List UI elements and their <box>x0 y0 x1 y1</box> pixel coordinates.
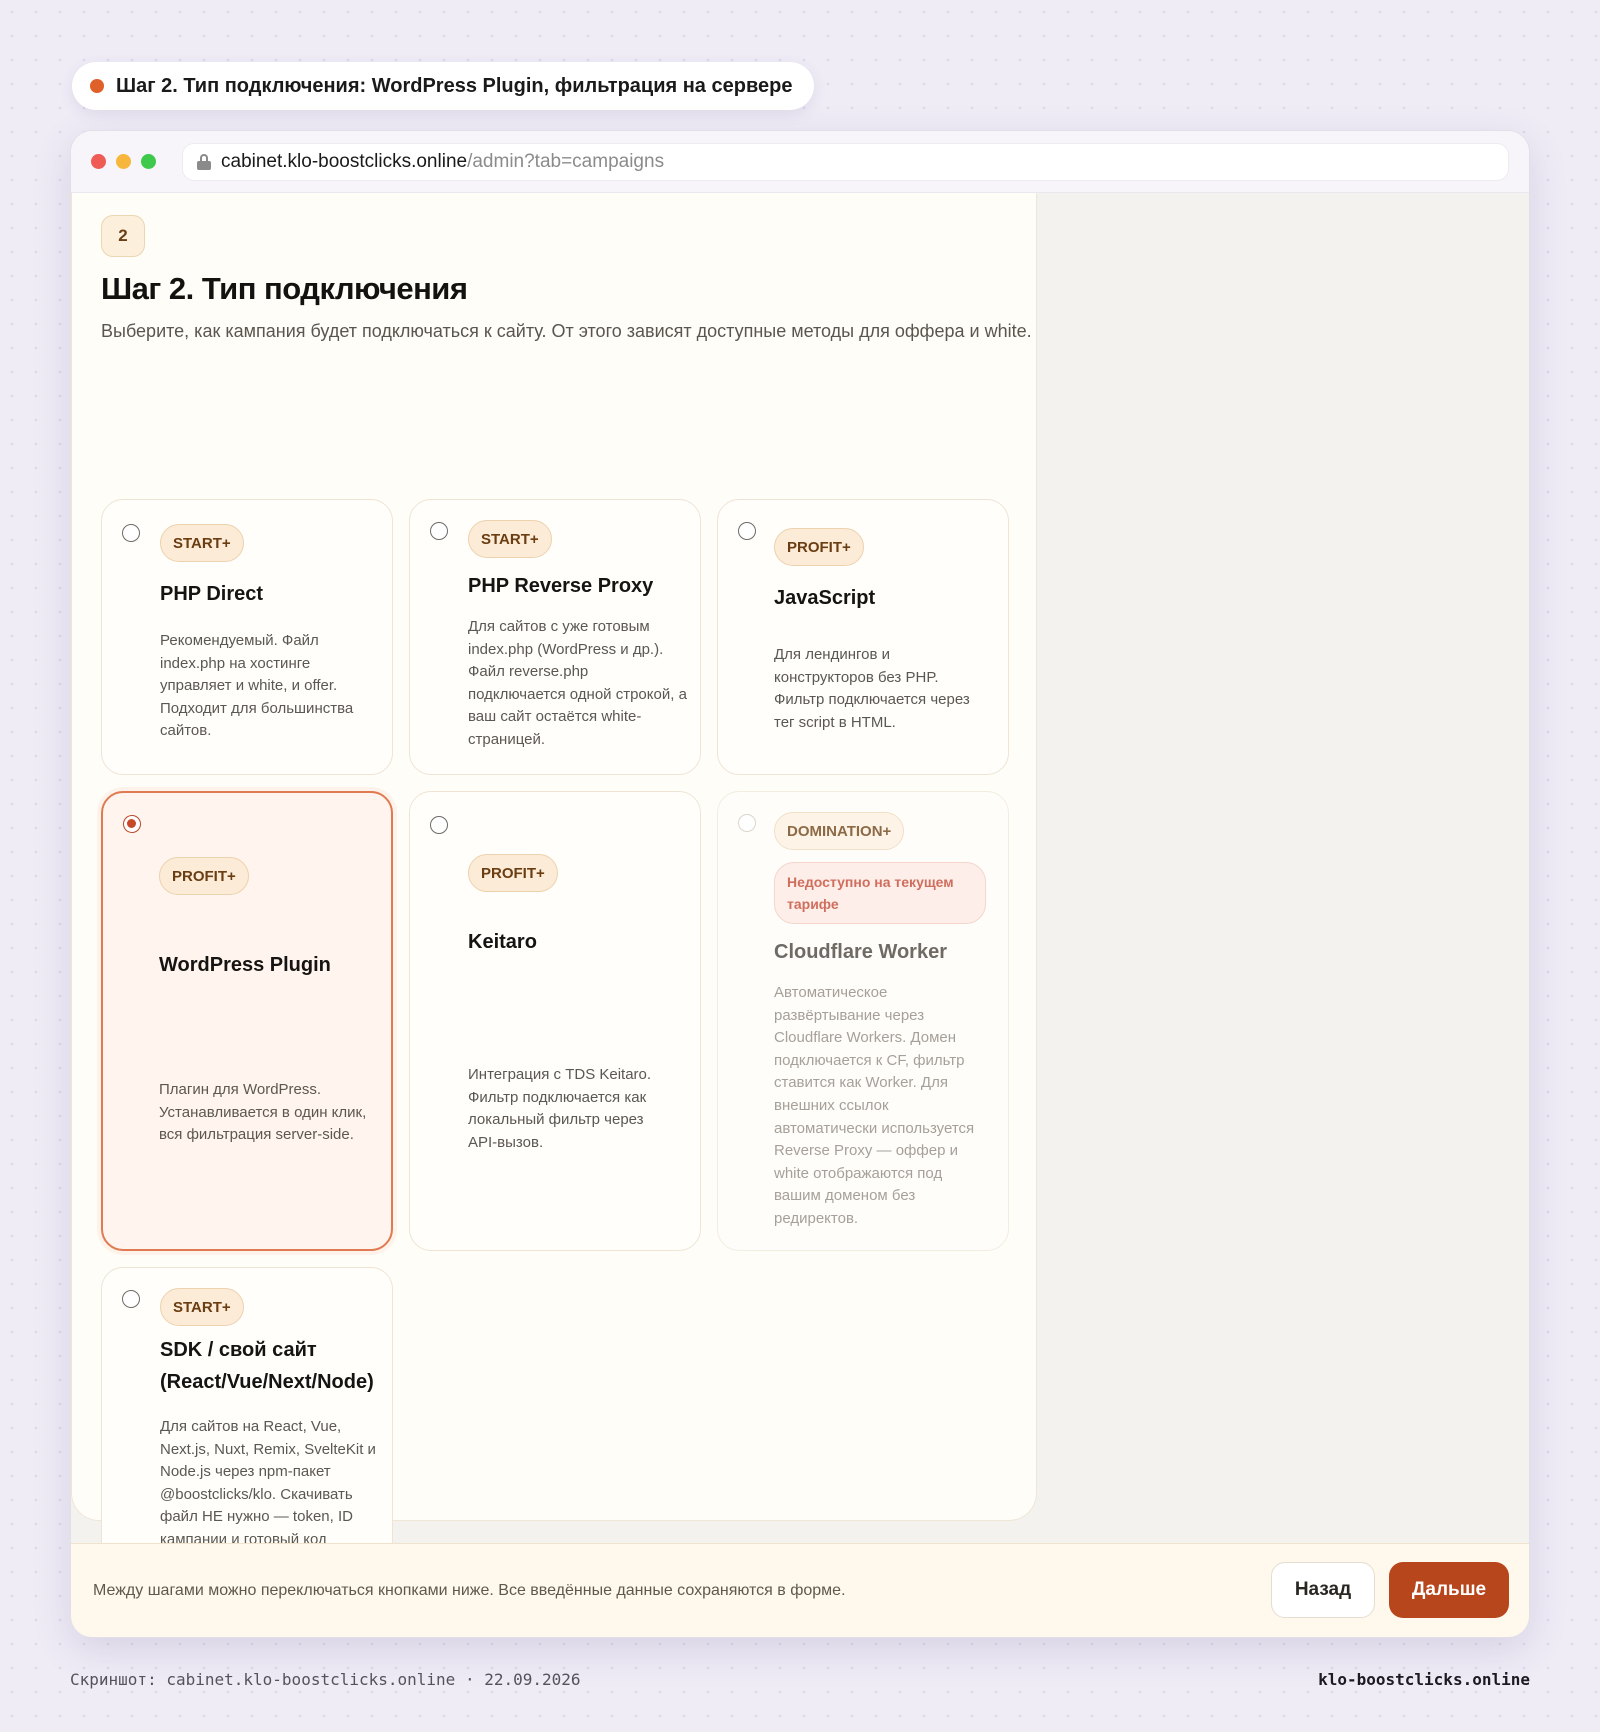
option-title: PHP Direct <box>160 583 264 605</box>
option-description: Автоматическое развёртывание через Cloud… <box>774 984 975 1227</box>
wizard-footer: Между шагами можно переключаться кнопкам… <box>71 1543 1529 1637</box>
step-number-badge: 2 <box>101 215 145 257</box>
tier-badge: START+ <box>160 524 244 562</box>
screenshot-caption: Шаг 2. Тип подключения: WordPress Plugin… <box>72 62 815 110</box>
address-bar[interactable]: cabinet.klo-boostclicks.online /admin?ta… <box>182 142 1509 181</box>
tier-badge: START+ <box>160 1288 244 1326</box>
step-panel: 2 Шаг 2. Тип подключения Выберите, как к… <box>71 193 1037 1621</box>
browser-toolbar: cabinet.klo-boostclicks.online /admin?ta… <box>71 131 1529 193</box>
option-title: JavaScript <box>774 587 876 609</box>
tier-badge: DOMINATION+ <box>774 812 905 850</box>
minimize-window-icon[interactable] <box>116 154 131 169</box>
radio-php-reverse-proxy[interactable] <box>430 522 448 540</box>
option-title: SDK / свой сайт (React/Vue/Next/Node) <box>160 1339 374 1393</box>
option-card-cloudflare-worker: DOMINATION+ Недоступно на текущем тарифе… <box>717 791 1009 1251</box>
radio-javascript[interactable] <box>738 522 756 540</box>
browser-window: cabinet.klo-boostclicks.online /admin?ta… <box>70 130 1530 1638</box>
option-description: Для сайтов с уже готовым index.php (Word… <box>468 618 687 748</box>
close-window-icon[interactable] <box>91 154 106 169</box>
option-card-keitaro[interactable]: PROFIT+ Keitaro Интеграция с TDS Keitaro… <box>409 791 701 1251</box>
option-title: Cloudflare Worker <box>774 941 947 963</box>
option-description: Интеграция с TDS Keitaro. Фильтр подключ… <box>468 1066 652 1151</box>
radio-cloudflare-worker <box>738 814 756 832</box>
option-title: Keitaro <box>468 931 537 953</box>
screenshot-meta: Скриншот: cabinet.klo-boostclicks.online… <box>70 1670 581 1689</box>
url-path: /admin?tab=campaigns <box>467 150 665 172</box>
unavailable-warning-badge: Недоступно на текущем тарифе <box>774 862 986 924</box>
status-dot-icon <box>90 79 104 93</box>
footer-note: Между шагами можно переключаться кнопкам… <box>93 1582 846 1599</box>
option-description: Рекомендуемый. Файл index.php на хостинг… <box>160 632 354 740</box>
page-subtitle: Выберите, как кампания будет подключатьс… <box>101 321 1032 341</box>
option-title: PHP Reverse Proxy <box>468 575 654 597</box>
radio-wordpress-plugin[interactable] <box>123 815 141 833</box>
radio-sdk[interactable] <box>122 1290 140 1308</box>
option-card-php-direct[interactable]: START+ PHP Direct Рекомендуемый. Файл in… <box>101 499 393 775</box>
caption-text: Шаг 2. Тип подключения: WordPress Plugin… <box>116 74 793 97</box>
option-description: Для лендингов и конструкторов без PHP. Ф… <box>774 646 970 731</box>
tier-badge: PROFIT+ <box>468 854 558 892</box>
option-card-php-reverse-proxy[interactable]: START+ PHP Reverse Proxy Для сайтов с уж… <box>409 499 701 775</box>
radio-keitaro[interactable] <box>430 816 448 834</box>
tier-badge: PROFIT+ <box>774 528 864 566</box>
domain-label: klo-boostclicks.online <box>1318 1670 1530 1689</box>
back-button[interactable]: Назад <box>1271 1562 1375 1618</box>
url-host: cabinet.klo-boostclicks.online <box>221 150 468 172</box>
option-card-wordpress-plugin[interactable]: PROFIT+ WordPress Plugin Плагин для Word… <box>101 791 393 1251</box>
maximize-window-icon[interactable] <box>141 154 156 169</box>
tier-badge: START+ <box>468 520 552 558</box>
option-title: WordPress Plugin <box>159 954 331 976</box>
option-card-javascript[interactable]: PROFIT+ JavaScript Для лендингов и конст… <box>717 499 1009 775</box>
page-title: Шаг 2. Тип подключения <box>101 271 468 306</box>
radio-php-direct[interactable] <box>122 524 140 542</box>
lock-icon <box>197 153 211 170</box>
option-description: Плагин для WordPress. Устанавливается в … <box>159 1081 367 1144</box>
next-button[interactable]: Дальше <box>1389 1562 1509 1618</box>
tier-badge: PROFIT+ <box>159 857 249 895</box>
